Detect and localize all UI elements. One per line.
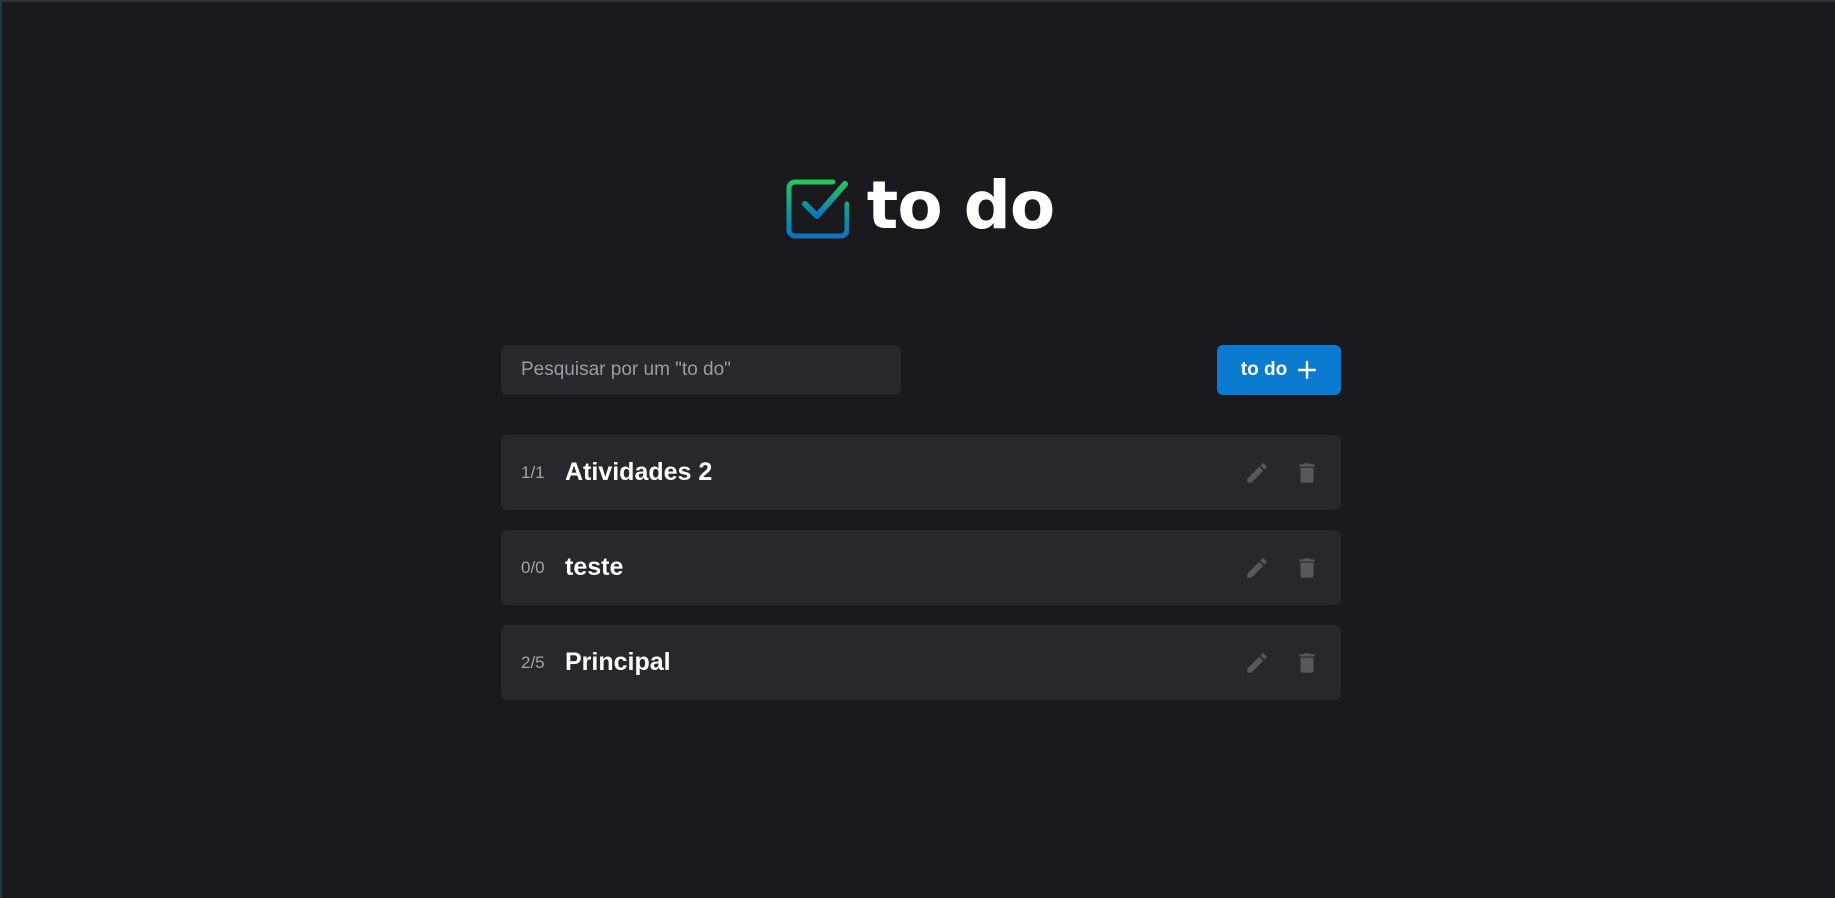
add-todo-button[interactable]: to do: [1217, 345, 1341, 395]
checkbox-checked-icon: [786, 179, 849, 239]
list-item[interactable]: 0/0 teste: [501, 530, 1341, 605]
item-actions: [1243, 554, 1321, 582]
item-title: teste: [565, 553, 624, 581]
item-progress: 2/5: [521, 652, 545, 672]
trash-icon[interactable]: [1293, 649, 1321, 677]
app-title: to do: [866, 167, 1055, 244]
item-actions: [1243, 649, 1321, 677]
trash-icon[interactable]: [1293, 459, 1321, 487]
pencil-icon[interactable]: [1243, 554, 1271, 582]
main-content: to do 1/1 Atividades 2: [501, 345, 1341, 700]
app-logo: to do: [2, 172, 1835, 240]
item-progress: 1/1: [521, 462, 545, 482]
pencil-icon[interactable]: [1243, 649, 1271, 677]
add-todo-label: to do: [1240, 359, 1288, 380]
app-page: to do to do 1/1 Atividades 2: [0, 0, 1835, 898]
plus-icon: [1298, 360, 1317, 380]
trash-icon[interactable]: [1293, 554, 1321, 582]
item-actions: [1243, 459, 1321, 487]
list-item[interactable]: 2/5 Principal: [501, 625, 1341, 700]
item-title: Principal: [565, 648, 671, 676]
list-item[interactable]: 1/1 Atividades 2: [501, 435, 1341, 510]
toolbar: to do: [501, 345, 1341, 395]
item-progress: 0/0: [521, 557, 545, 577]
item-title: Atividades 2: [565, 458, 713, 486]
todo-list: 1/1 Atividades 2 0/0 teste 2/5 Principal: [501, 435, 1341, 700]
pencil-icon[interactable]: [1243, 459, 1271, 487]
search-input[interactable]: [501, 345, 901, 395]
